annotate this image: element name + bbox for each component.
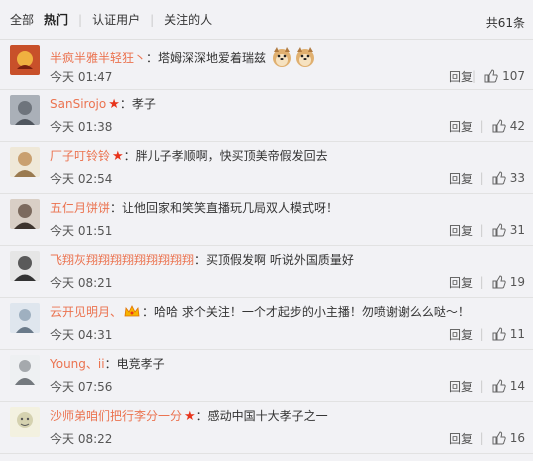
tab-divider: |: [150, 12, 155, 27]
comment-time: 今天 01:47: [50, 70, 113, 84]
thumbs-up-icon: [492, 327, 506, 341]
reply-button[interactable]: 回复: [449, 172, 473, 186]
comment-item: 沙师弟咱们把行李分一分 ★：感动中国十大孝子之一 今天 08:22 回复 | 16: [0, 402, 533, 454]
username-link[interactable]: 厂子叮铃铃: [50, 149, 110, 163]
thumbs-up-icon: [492, 119, 506, 133]
comment-text: ：孝子: [119, 97, 156, 111]
comment-time: 今天 08:21: [50, 276, 113, 290]
like-button[interactable]: | 42: [480, 119, 525, 133]
comment-filter-tabs: 全部 热门 | 认证用户 | 关注的人 共61条: [0, 0, 533, 40]
avatar[interactable]: [10, 303, 40, 333]
username-link[interactable]: 飞翔灰翔翔翔翔翔翔翔翔翔: [50, 253, 194, 267]
comment-item: 五仁月饼饼：让他回家和笑笑直播玩几局双人模式呀！ 今天 01:51 回复 | 31: [0, 194, 533, 246]
like-count: 107: [502, 69, 525, 83]
like-count: 16: [509, 431, 525, 445]
reply-button[interactable]: 回复: [449, 276, 473, 290]
avatar[interactable]: [10, 147, 40, 177]
vip-star-icon: ★: [108, 97, 120, 112]
comment-text: ：感动中国十大孝子之一: [195, 409, 328, 423]
like-count: 11: [509, 327, 525, 341]
avatar[interactable]: [10, 355, 40, 385]
tab-hot[interactable]: 热门: [44, 11, 68, 28]
username-link[interactable]: 沙师弟咱们把行李分一分: [50, 409, 182, 423]
username-link[interactable]: Young、ii: [50, 357, 105, 371]
vip-star-icon: ★: [184, 409, 196, 424]
like-button[interactable]: | 33: [480, 171, 525, 185]
reply-button[interactable]: 回复: [449, 70, 473, 84]
doge-emoji-icon: [271, 46, 293, 68]
username-link[interactable]: 半疯半雅半轻狂丶: [50, 51, 146, 65]
username-link[interactable]: SanSirojo: [50, 97, 106, 111]
comment-text: ：哈哈 求个关注！一个才起步的小主播！勿喷谢谢么么哒～！: [142, 305, 470, 319]
comment-text: ：胖儿子孝顺啊，快买顶美帝假发回去: [123, 149, 328, 163]
like-button[interactable]: | 11: [480, 327, 525, 341]
comment-time: 今天 07:56: [50, 380, 113, 394]
comment-item: SanSirojo ★：孝子 今天 01:38 回复 | 42: [0, 90, 533, 142]
comment-text: ：电竞孝子: [104, 357, 165, 371]
comment-time: 今天 04:31: [50, 328, 113, 342]
avatar[interactable]: [10, 251, 40, 281]
comment-item: Young、ii：电竞孝子 今天 07:56 回复 | 14: [0, 350, 533, 402]
thumbs-up-icon: [492, 431, 506, 445]
thumbs-up-icon: [484, 69, 498, 83]
like-count: 19: [509, 275, 525, 289]
comment-text: ：买顶假发啊 听说外国质量好: [194, 253, 354, 267]
comment-item: 半疯半雅半轻狂丶：塔姆深深地爱着瑞兹 今天 01:47 回复 | 107: [0, 40, 533, 90]
comment-item: 飞翔灰翔翔翔翔翔翔翔翔翔：买顶假发啊 听说外国质量好 今天 08:21 回复 |…: [0, 246, 533, 298]
comment-list: 半疯半雅半轻狂丶：塔姆深深地爱着瑞兹 今天 01:47 回复 | 107 SanS…: [0, 40, 533, 454]
doge-emoji-icon: [294, 46, 316, 68]
like-count: 31: [509, 223, 525, 237]
tab-following[interactable]: 关注的人: [164, 11, 212, 28]
like-button[interactable]: | 19: [480, 275, 525, 289]
like-button[interactable]: | 14: [480, 379, 525, 393]
comment-time: 今天 01:38: [50, 120, 113, 134]
comment-time: 今天 08:22: [50, 432, 113, 446]
reply-button[interactable]: 回复: [449, 328, 473, 342]
like-count: 42: [509, 119, 525, 133]
comment-time: 今天 01:51: [50, 224, 113, 238]
comment-count: 共61条: [485, 16, 525, 30]
like-button[interactable]: | 31: [480, 223, 525, 237]
like-button[interactable]: | 16: [480, 431, 525, 445]
vip-star-icon: ★: [112, 149, 124, 164]
tab-divider: |: [78, 12, 83, 27]
avatar[interactable]: [10, 199, 40, 229]
like-button[interactable]: | 107: [472, 69, 525, 83]
thumbs-up-icon: [492, 171, 506, 185]
reply-button[interactable]: 回复: [449, 432, 473, 446]
reply-button[interactable]: 回复: [449, 120, 473, 134]
username-link[interactable]: 云开见明月、: [50, 305, 122, 319]
thumbs-up-icon: [492, 223, 506, 237]
like-count: 14: [509, 379, 525, 393]
comment-item: 厂子叮铃铃 ★：胖儿子孝顺啊，快买顶美帝假发回去 今天 02:54 回复 | 33: [0, 142, 533, 194]
reply-button[interactable]: 回复: [449, 224, 473, 238]
comment-text: ：让他回家和笑笑直播玩几局双人模式呀！: [110, 201, 339, 215]
comment-text: ：塔姆深深地爱着瑞兹: [146, 51, 267, 65]
comment-time: 今天 02:54: [50, 172, 113, 186]
tab-all[interactable]: 全部: [10, 11, 34, 28]
thumbs-up-icon: [492, 275, 506, 289]
reply-button[interactable]: 回复: [449, 380, 473, 394]
tab-verified-users[interactable]: 认证用户: [92, 11, 140, 28]
vip-crown-icon: [124, 304, 140, 318]
avatar[interactable]: [10, 95, 40, 125]
thumbs-up-icon: [492, 379, 506, 393]
username-link[interactable]: 五仁月饼饼: [50, 201, 110, 215]
avatar[interactable]: [10, 45, 40, 75]
like-count: 33: [509, 171, 525, 185]
avatar[interactable]: [10, 407, 40, 437]
comment-item: 云开见明月、 ：哈哈 求个关注！一个才起步的小主播！勿喷谢谢么么哒～！ 今天 04…: [0, 298, 533, 350]
